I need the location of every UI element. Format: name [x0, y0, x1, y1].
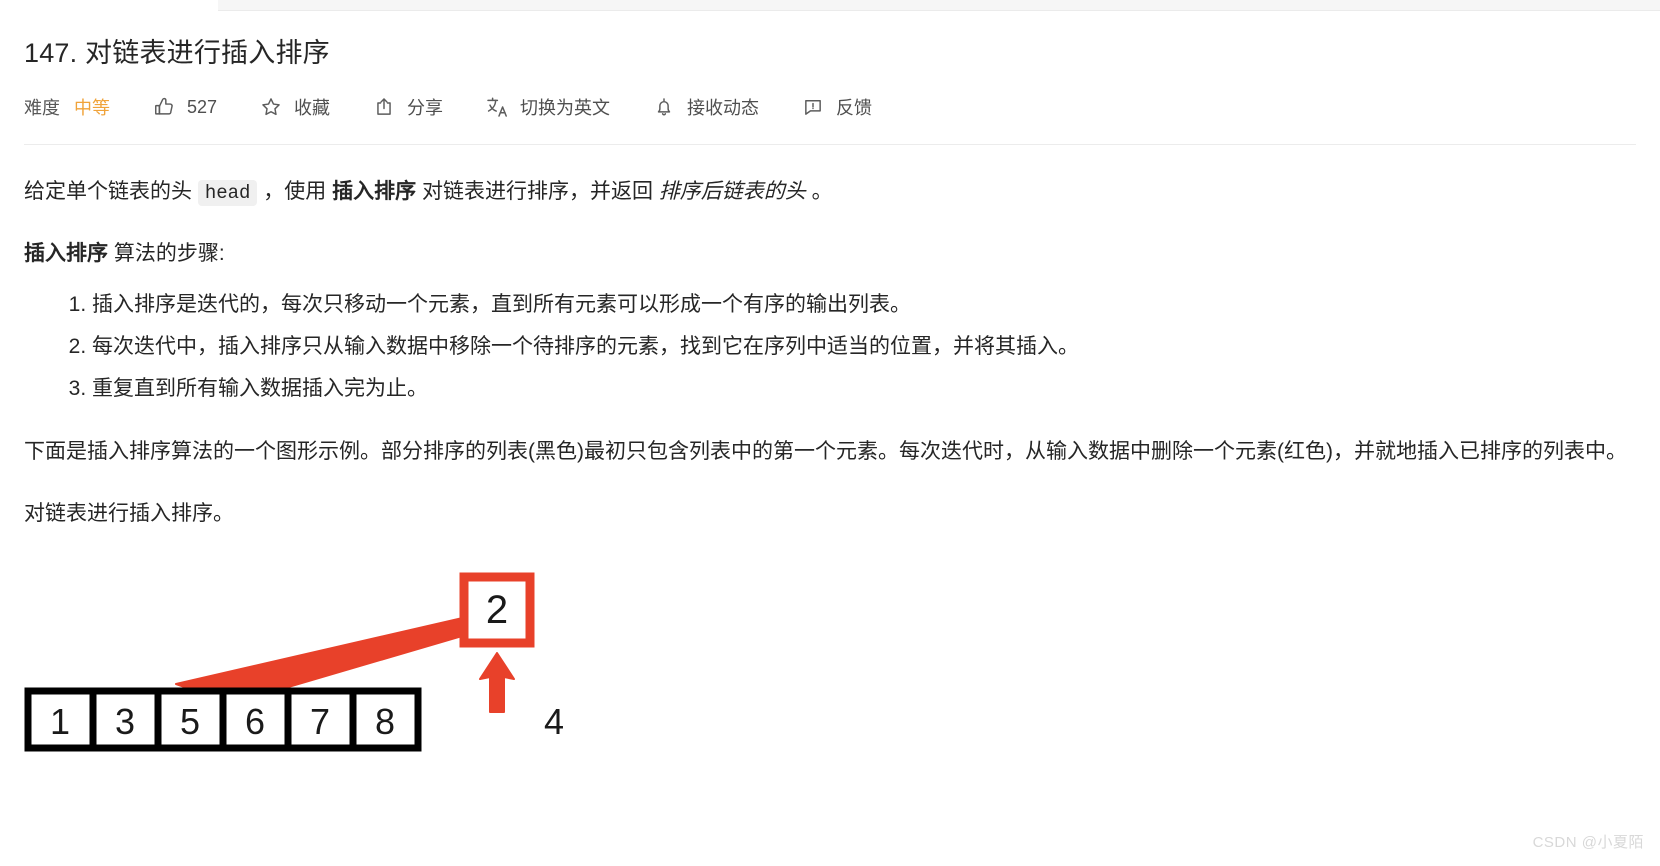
cell-5: 8 — [349, 687, 422, 752]
cell-value: 8 — [375, 701, 395, 742]
translate-label: 切换为英文 — [520, 98, 611, 118]
remaining-value: 4 — [544, 701, 564, 742]
description-paragraph: 下面是插入排序算法的一个图形示例。部分排序的列表(黑色)最初只包含列表中的第一个… — [24, 440, 1627, 464]
subscribe-label: 接收动态 — [687, 98, 760, 118]
algorithm-steps-list: 插入排序是迭代的，每次只移动一个元素，直到所有元素可以形成一个有序的输出列表。 … — [24, 287, 1636, 407]
difficulty-label: 难度 — [24, 98, 60, 118]
closing-paragraph: 对链表进行插入排序。 — [24, 502, 234, 526]
header-divider — [24, 144, 1636, 145]
intro-italic-sorted-head: 排序后链表的头 — [658, 180, 806, 203]
cell-1: 3 — [89, 687, 162, 752]
share-button[interactable]: 分享 — [372, 94, 443, 120]
difficulty-group: 难度 中等 — [24, 94, 110, 120]
list-item: 每次迭代中，插入排序只从输入数据中移除一个待排序的元素，找到它在序列中适当的位置… — [92, 329, 1636, 365]
translate-icon — [485, 95, 509, 119]
problem-page: 147. 对链表进行插入排序 难度 中等 527 收藏 分享 切换为英文 接收动… — [0, 11, 1660, 767]
cell-value: 1 — [50, 701, 70, 742]
cell-0: 1 — [24, 687, 97, 752]
problem-action-toolbar: 难度 中等 527 收藏 分享 切换为英文 接收动态 反馈 — [24, 90, 1636, 124]
bell-icon — [652, 95, 676, 119]
translate-button[interactable]: 切换为英文 — [485, 94, 610, 120]
intro-part-1: 给定单个链表的头 — [24, 180, 198, 203]
list-item: 重复直到所有输入数据插入完为止。 — [92, 371, 1636, 407]
difficulty-value: 中等 — [74, 98, 110, 118]
favorite-label: 收藏 — [294, 98, 331, 118]
insertion-sort-svg: 2 1 3 5 6 7 8 4 — [24, 572, 564, 752]
intro-part-3: 对链表进行排序，并返回 — [416, 180, 659, 203]
thumbs-up-icon — [152, 95, 176, 119]
feedback-button[interactable]: 反馈 — [801, 94, 872, 120]
page-title: 147. 对链表进行插入排序 — [24, 38, 330, 68]
cell-4: 7 — [284, 687, 357, 752]
cell-3: 6 — [219, 687, 292, 752]
feedback-icon — [801, 95, 825, 119]
highlighted-value: 2 — [486, 588, 508, 632]
sorted-cells-group: 1 3 5 6 7 8 — [24, 687, 422, 752]
feedback-label: 反馈 — [836, 98, 873, 118]
highlighted-element-box: 2 — [459, 572, 535, 648]
tab-strip-background — [218, 0, 1660, 11]
steps-heading-bold: 插入排序 — [24, 242, 108, 266]
cell-2: 5 — [154, 687, 227, 752]
browser-tab-strip — [0, 0, 1660, 11]
like-button[interactable]: 527 — [152, 95, 217, 119]
star-icon — [259, 95, 283, 119]
share-label: 分享 — [407, 98, 444, 118]
inline-code-head: head — [197, 180, 258, 206]
steps-heading: 插入排序 算法的步骤: — [24, 237, 1636, 271]
favorite-button[interactable]: 收藏 — [259, 94, 330, 120]
problem-description: 给定单个链表的头 head ，使用 插入排序 对链表进行排序，并返回 排序后链表… — [24, 175, 1636, 767]
cell-value: 3 — [115, 701, 135, 742]
list-item: 插入排序是迭代的，每次只移动一个元素，直到所有元素可以形成一个有序的输出列表。 — [92, 287, 1636, 323]
cell-value: 7 — [310, 701, 330, 742]
cell-value: 5 — [180, 701, 200, 742]
cell-value: 6 — [245, 701, 265, 742]
like-count: 527 — [187, 96, 218, 117]
intro-part-4: 。 — [805, 180, 833, 203]
intro-bold-insertion-sort: 插入排序 — [332, 180, 417, 203]
steps-heading-rest: 算法的步骤: — [108, 242, 225, 266]
up-arrow — [479, 652, 515, 714]
csdn-watermark: CSDN @小夏陌 — [1532, 834, 1644, 851]
insertion-sort-illustration: 2 1 3 5 6 7 8 4 — [24, 567, 624, 767]
intro-part-2: ，使用 — [257, 180, 333, 203]
intro-paragraph: 给定单个链表的头 head ，使用 插入排序 对链表进行排序，并返回 排序后链表… — [24, 175, 1636, 209]
subscribe-button[interactable]: 接收动态 — [652, 94, 759, 120]
share-icon — [372, 95, 396, 119]
